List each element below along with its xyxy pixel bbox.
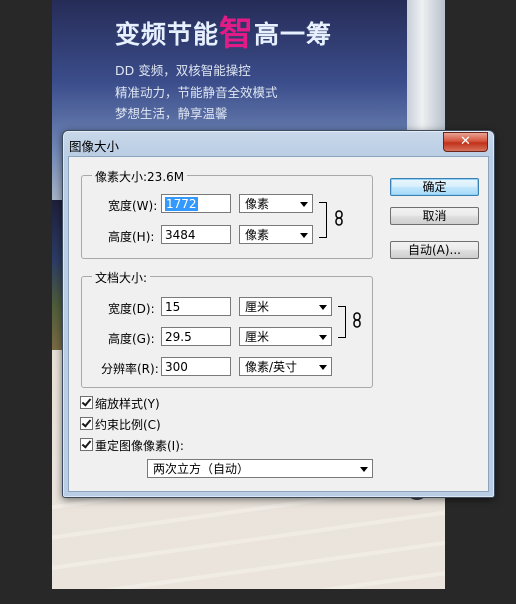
headline-part: 高一筹 [254,20,333,49]
chevron-down-icon [319,365,327,370]
resolution-value: 300 [165,360,188,374]
constrain-proportions-checkbox[interactable] [80,417,93,430]
resolution-unit-select[interactable]: 像素/英寸 [239,357,332,376]
doc-height-unit-select[interactable]: 厘米 [239,327,332,346]
poster-subline: 梦想生活，静享温馨 [115,106,228,121]
doc-height-unit: 厘米 [245,330,270,344]
dialog-body: 像素大小:23.6M 宽度(W): 1772 像素 高度(H): 3484 像素… [68,156,489,492]
headline-accent: 智 [219,14,255,54]
doc-height-value: 29.5 [165,330,192,344]
pixel-width-unit-select[interactable]: 像素 [239,194,313,213]
poster-subline: DD 变频，双核智能操控 [115,63,251,78]
scale-styles-label[interactable]: 缩放样式(Y) [95,395,160,412]
chevron-down-icon [319,335,327,340]
window-frame-decoration [407,0,445,150]
doc-width-value: 15 [165,300,181,314]
pixel-height-input[interactable]: 3484 [161,225,231,244]
auto-button[interactable]: 自动(A)... [390,241,479,259]
close-button[interactable]: ✕ [443,132,488,152]
resample-method-value: 两次立方（自动） [153,462,250,476]
chevron-down-icon [300,233,308,238]
link-bracket [319,202,327,238]
document-size-label: 文档大小: [92,269,151,286]
chevron-down-icon [360,467,368,472]
chevron-down-icon [319,305,327,310]
headline-part: 变频节能 [115,20,220,49]
pixel-width-label: 宽度(W): [108,199,158,213]
dialog-titlebar[interactable]: 图像大小 ✕ [63,131,494,157]
document-size-group: 文档大小: 宽度(D): 15 厘米 高度(G): 29.5 厘米 分辨率(R)… [81,269,373,388]
pixel-height-unit-select[interactable]: 像素 [239,225,313,244]
pixel-width-input[interactable]: 1772 [161,194,231,213]
pixel-dimensions-label: 像素大小:23.6M [92,168,188,185]
pixel-height-unit: 像素 [245,228,270,242]
pixel-height-value: 3484 [165,228,196,242]
ok-button[interactable]: 确定 [390,178,479,196]
pixel-width-unit: 像素 [245,197,270,211]
poster-subline: 精准动力，节能静音全效模式 [115,85,278,100]
doc-width-unit-select[interactable]: 厘米 [239,297,332,316]
doc-width-input[interactable]: 15 [161,297,231,316]
pixel-dimensions-group: 像素大小:23.6M 宽度(W): 1772 像素 高度(H): 3484 像素 [81,168,373,259]
pixel-height-label: 高度(H): [108,230,155,244]
image-size-dialog: 图像大小 ✕ 像素大小:23.6M 宽度(W): 1772 像素 高度(H): … [62,130,495,498]
selected-text: 1772 [165,197,198,211]
cancel-button[interactable]: 取消 [390,207,479,225]
link-bracket [338,306,346,338]
resample-method-select[interactable]: 两次立方（自动） [147,459,373,478]
resolution-label: 分辨率(R): [101,362,159,376]
doc-height-input[interactable]: 29.5 [161,327,231,346]
doc-width-label: 宽度(D): [108,302,155,316]
poster-headline: 变频节能智高一筹 [115,6,332,55]
doc-height-label: 高度(G): [108,332,155,346]
doc-width-unit: 厘米 [245,300,270,314]
scale-styles-checkbox[interactable] [80,396,93,409]
chain-link-icon [353,312,361,328]
resample-image-label[interactable]: 重定图像像素(I): [95,437,184,454]
resolution-unit: 像素/英寸 [245,360,298,374]
dialog-title: 图像大小 [69,139,120,154]
resolution-input[interactable]: 300 [161,357,231,376]
chevron-down-icon [300,202,308,207]
chain-link-icon [335,210,343,226]
close-icon: ✕ [460,134,471,149]
resample-image-checkbox[interactable] [80,438,93,451]
constrain-proportions-label[interactable]: 约束比例(C) [95,416,161,433]
